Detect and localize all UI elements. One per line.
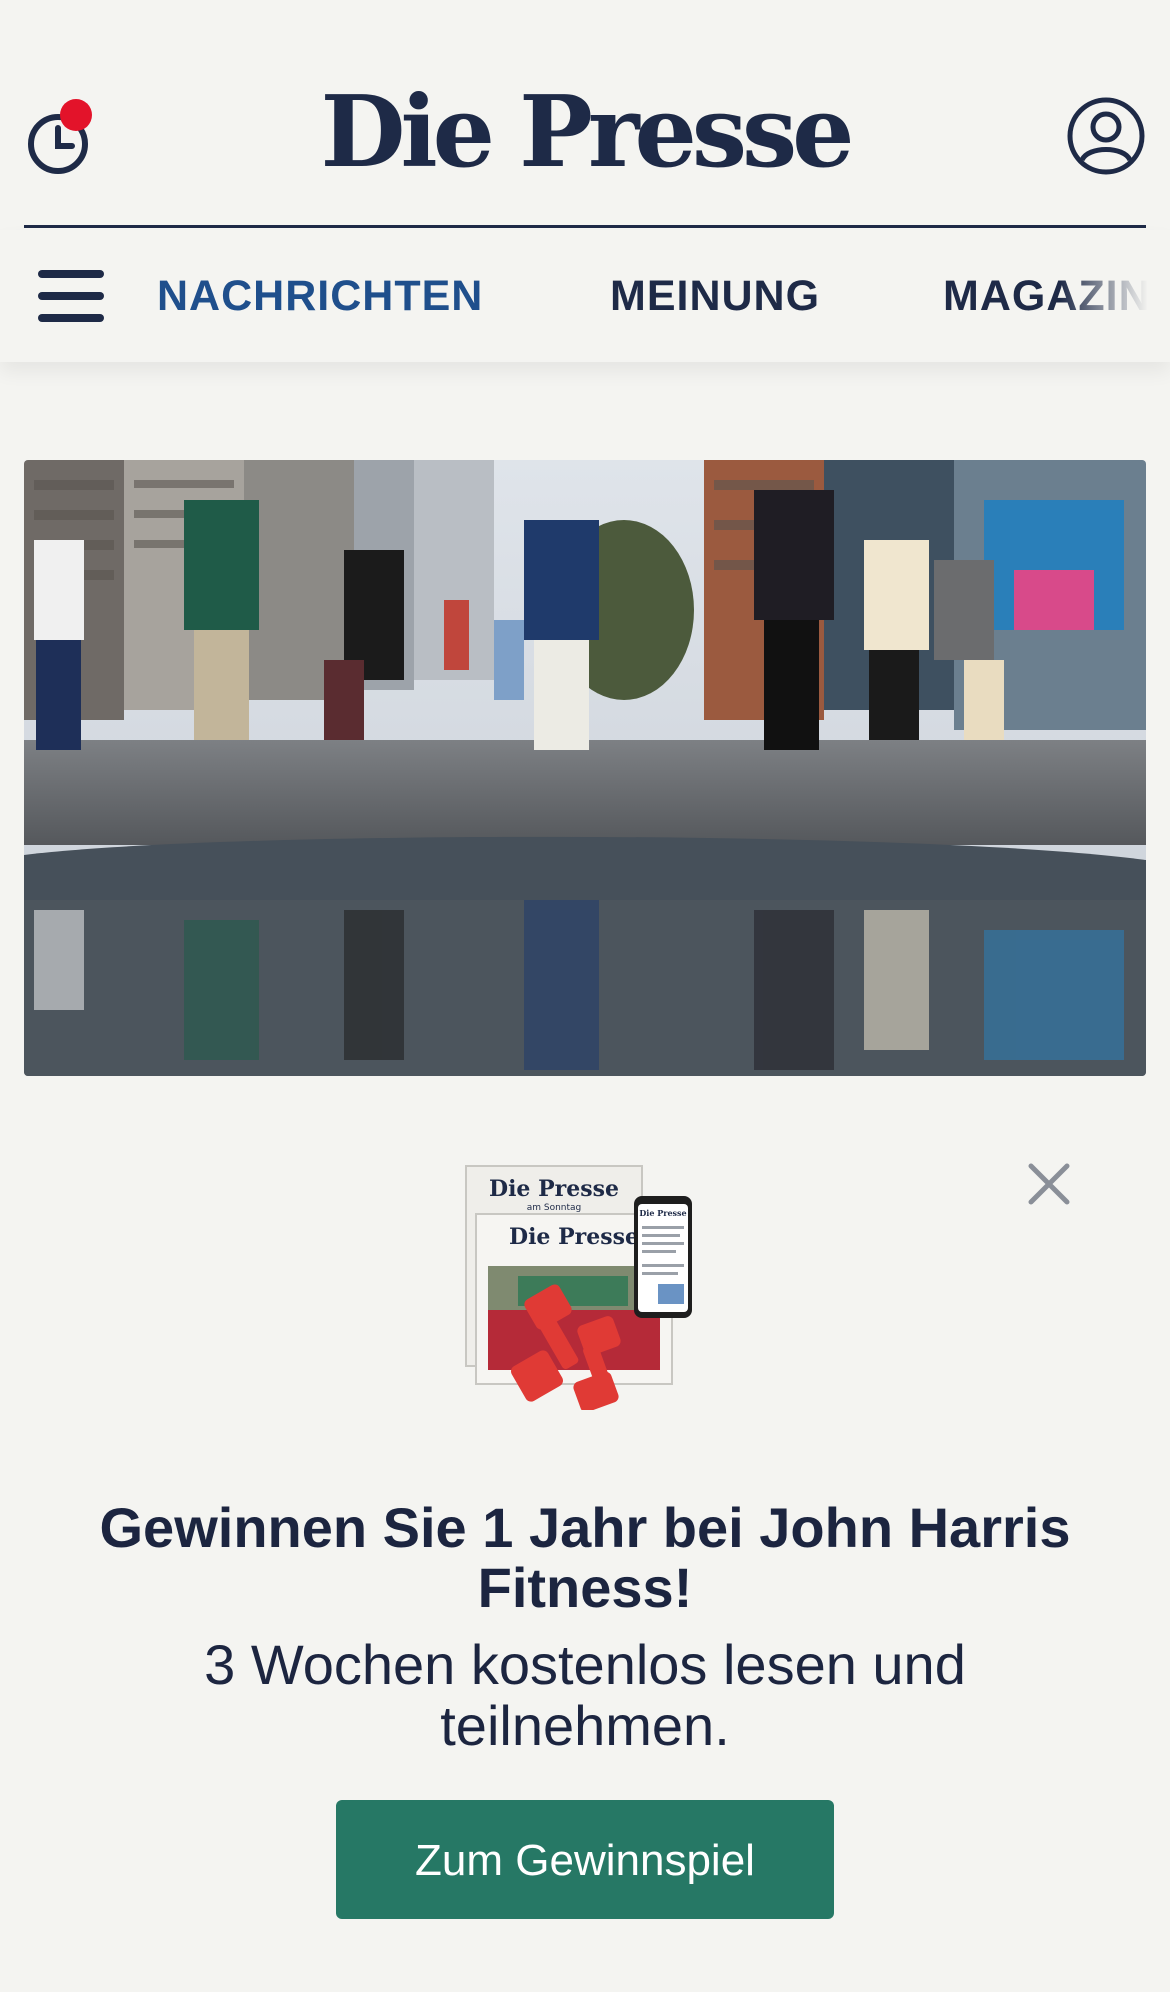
menu-button[interactable]	[38, 270, 106, 326]
header-divider	[24, 225, 1146, 228]
close-icon	[1028, 1163, 1070, 1205]
phone-title: Die Presse	[639, 1208, 686, 1218]
promo-image: Die Presse am Sonntag Die Presse Die Pre…	[458, 1160, 708, 1413]
street-photo	[24, 460, 1146, 1076]
promo-title: Gewinnen Sie 1 Jahr bei John Harris Fitn…	[99, 1496, 1071, 1619]
article-hero-image[interactable]	[24, 460, 1146, 1076]
cta-button[interactable]: Zum Gewinnspiel	[336, 1800, 834, 1919]
account-button[interactable]	[1066, 96, 1146, 176]
nav-item-meinung[interactable]: MEINUNG	[610, 266, 820, 326]
paper1-subtitle: am Sonntag	[527, 1203, 582, 1213]
promo-subtitle: 3 Wochen kostenlos lesen und teilnehmen.	[204, 1633, 966, 1757]
phone-mockup: Die Presse	[634, 1196, 692, 1318]
paper2-title: Die Presse	[509, 1224, 639, 1250]
site-header: Die Presse	[0, 0, 1170, 230]
hamburger-icon	[38, 270, 104, 278]
site-logo[interactable]: Die Presse	[0, 78, 1170, 188]
nav-scroll-fade	[1060, 230, 1170, 362]
user-circle-icon	[1067, 97, 1145, 175]
paper1-title: Die Presse	[489, 1176, 619, 1202]
section-nav: NACHRICHTEN MEINUNG MAGAZIN	[0, 230, 1170, 362]
close-button[interactable]	[1025, 1160, 1073, 1208]
nav-item-nachrichten[interactable]: NACHRICHTEN	[157, 266, 483, 326]
